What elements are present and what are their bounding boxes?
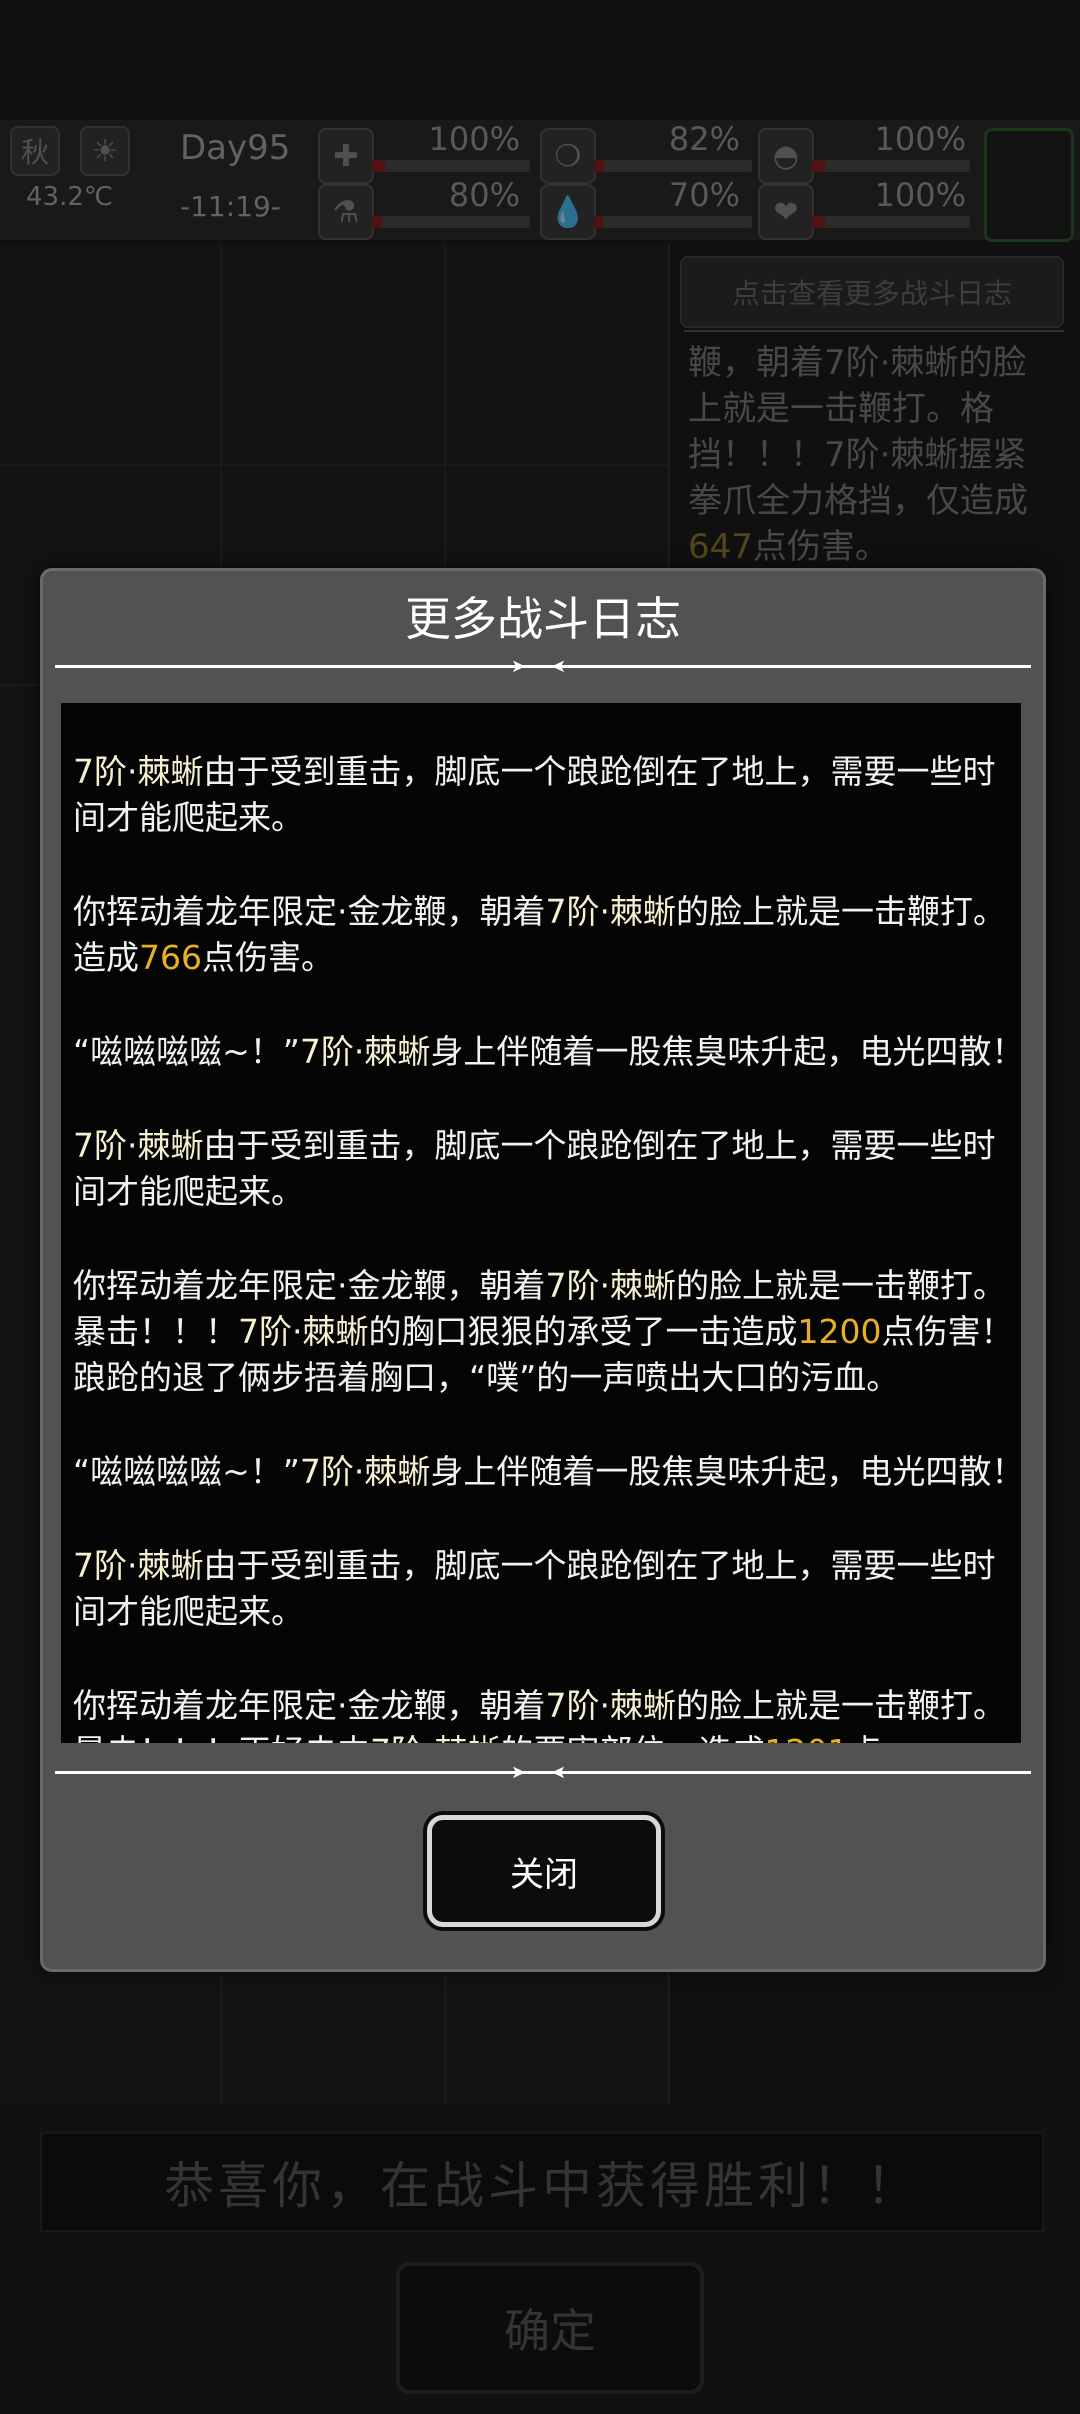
log-text: 由于受到重击，脚底一个踉跄倒在了地上，需要一些时间才能爬起来。 bbox=[73, 1126, 996, 1211]
enemy-name: 7阶·棘蜥 bbox=[73, 1126, 204, 1165]
arrow-right-icon: ➤ bbox=[511, 656, 527, 677]
arrow-left-icon: ➤ bbox=[551, 656, 567, 677]
dialog-title: 更多战斗日志 bbox=[405, 592, 681, 646]
log-text: 你挥动着龙年限定·金龙鞭，朝着 bbox=[73, 1686, 546, 1725]
log-text: 身上伴随着一股焦臭味升起，电光四散！ bbox=[430, 1452, 1021, 1491]
log-entry: 你挥动着龙年限定·金龙鞭，朝着7阶·棘蜥的脸上就是一击鞭打。造成766点伤害。 bbox=[73, 889, 1021, 981]
log-text: 由于受到重击，脚底一个踉跄倒在了地上，需要一些时间才能爬起来。 bbox=[73, 752, 996, 837]
log-text: 的胸口狠狠的承受了一击造成 bbox=[368, 1312, 798, 1351]
log-entry: “嗞嗞嗞嗞~！”7阶·棘蜥身上伴随着一股焦臭味升起，电光四散！ bbox=[73, 1029, 1021, 1075]
enemy-name: 7阶·棘蜥 bbox=[299, 1452, 431, 1491]
log-entry: 7阶·棘蜥由于受到重击，脚底一个踉跄倒在了地上，需要一些时间才能爬起来。 bbox=[73, 749, 1021, 841]
log-text: 点伤害。 bbox=[202, 938, 334, 977]
enemy-name: 7阶·棘蜥 bbox=[299, 1032, 431, 1071]
damage-value: 766 bbox=[139, 938, 202, 977]
enemy-name: 7阶·棘蜥 bbox=[238, 1312, 369, 1351]
log-entry: 7阶·棘蜥由于受到重击，脚底一个踉跄倒在了地上，需要一些时间才能爬起来。 bbox=[73, 1123, 1021, 1215]
top-divider bbox=[55, 665, 1031, 668]
battle-log-list: 7阶·棘蜥由于受到重击，脚底一个踉跄倒在了地上，需要一些时间才能爬起来。 你挥动着… bbox=[73, 749, 1021, 1743]
enemy-name: 7阶·棘蜥 bbox=[545, 1266, 677, 1305]
enemy-name: 7阶·棘蜥 bbox=[545, 1686, 677, 1725]
enemy-name: 7阶·棘蜥 bbox=[370, 1732, 501, 1743]
log-text: “嗞嗞嗞嗞~！” bbox=[73, 1452, 300, 1491]
log-entry: 7阶·棘蜥由于受到重击，脚底一个踉跄倒在了地上，需要一些时间才能爬起来。 bbox=[73, 1543, 1021, 1635]
close-button[interactable]: 关闭 bbox=[427, 1815, 661, 1927]
log-text: 身上伴随着一股焦臭味升起，电光四散！ bbox=[430, 1032, 1021, 1071]
enemy-name: 7阶·棘蜥 bbox=[73, 752, 204, 791]
enemy-name: 7阶·棘蜥 bbox=[545, 892, 677, 931]
log-text: 的要害部位，造成 bbox=[501, 1732, 765, 1743]
log-text: “嗞嗞嗞嗞~！” bbox=[73, 1032, 300, 1071]
log-text: 你挥动着龙年限定·金龙鞭，朝着 bbox=[73, 1266, 546, 1305]
bottom-divider bbox=[55, 1771, 1031, 1774]
log-entry: 你挥动着龙年限定·金龙鞭，朝着7阶·棘蜥的脸上就是一击鞭打。暴击！！！正好击中7… bbox=[73, 1683, 1021, 1743]
arrow-right-icon: ➤ bbox=[511, 1762, 527, 1783]
log-text: 由于受到重击，脚底一个踉跄倒在了地上，需要一些时间才能爬起来。 bbox=[73, 1546, 996, 1631]
battle-log-scroll-area[interactable]: 7阶·棘蜥由于受到重击，脚底一个踉跄倒在了地上，需要一些时间才能爬起来。 你挥动着… bbox=[61, 703, 1021, 1743]
log-text: 点 bbox=[848, 1732, 881, 1743]
log-text: 你挥动着龙年限定·金龙鞭，朝着 bbox=[73, 892, 546, 931]
log-entry: 你挥动着龙年限定·金龙鞭，朝着7阶·棘蜥的脸上就是一击鞭打。暴击！！！7阶·棘蜥… bbox=[73, 1263, 1021, 1401]
arrow-left-icon: ➤ bbox=[551, 1762, 567, 1783]
damage-value: 1201 bbox=[765, 1732, 849, 1743]
log-entry: “嗞嗞嗞嗞~！”7阶·棘蜥身上伴随着一股焦臭味升起，电光四散！ bbox=[73, 1449, 1021, 1495]
damage-value: 1200 bbox=[797, 1312, 882, 1351]
battle-log-dialog: 更多战斗日志 ➤ ➤ 7阶·棘蜥由于受到重击，脚底一个踉跄倒在了地上，需要一些时… bbox=[40, 568, 1046, 1972]
enemy-name: 7阶·棘蜥 bbox=[73, 1546, 204, 1585]
